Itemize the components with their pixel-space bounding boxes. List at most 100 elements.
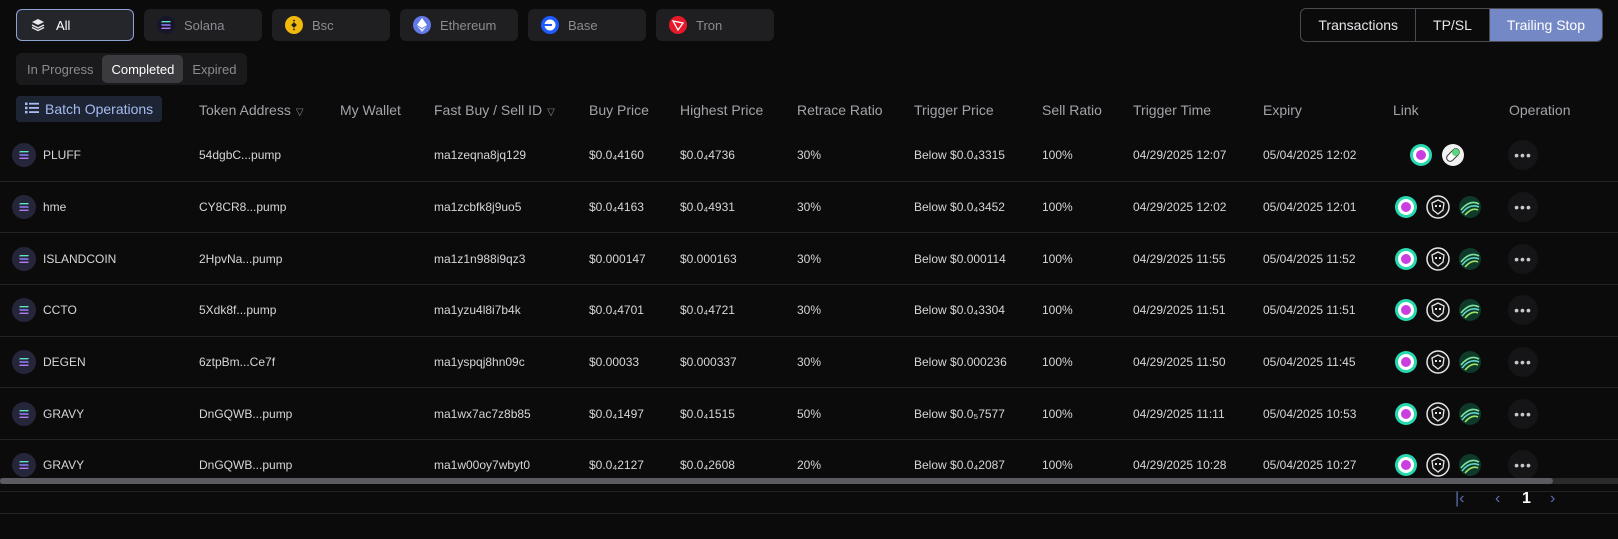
gmgn-icon[interactable]: [1394, 247, 1418, 271]
gmgn-icon[interactable]: [1394, 195, 1418, 219]
solana-icon: [12, 195, 36, 220]
token-address-cell: DnGQWB...pump: [199, 406, 293, 421]
base-icon: [541, 16, 559, 34]
stripe-icon[interactable]: [1458, 195, 1482, 219]
pill-icon[interactable]: [1441, 143, 1465, 167]
table-row[interactable]: GRAVY DnGQWB...pump ma1wx7ac7z8b85 $0.0₄149…: [0, 388, 1618, 441]
token-name: PLUFF: [43, 148, 82, 163]
solana-icon: [12, 350, 36, 375]
token-address-cell: 54dgbC...pump: [199, 148, 282, 163]
stripe-icon[interactable]: [1458, 402, 1482, 426]
buy-price-cell: $0.000147: [589, 251, 646, 266]
stripe-icon[interactable]: [1458, 247, 1482, 271]
stripe-icon[interactable]: [1458, 298, 1482, 322]
more-options-icon[interactable]: •••: [1508, 140, 1538, 171]
expiry-cell: 05/04/2025 10:53: [1263, 406, 1357, 421]
table-body: PLUFF 54dgbC...pump ma1zeqna8jq129 $0.0₄416…: [0, 130, 1618, 492]
stripe-icon[interactable]: [1458, 453, 1482, 477]
gorilla-icon[interactable]: [1426, 246, 1450, 271]
highest-price-cell: $0.0₄2608: [680, 458, 735, 473]
token-cell[interactable]: [12, 453, 36, 478]
solana-icon: [12, 401, 36, 426]
token-cell[interactable]: [12, 298, 36, 323]
trigger-price-cell: Below $0.000236: [914, 355, 1007, 370]
chain-bsc-button[interactable]: Bsc: [272, 9, 390, 41]
tab-completed[interactable]: Completed: [102, 55, 184, 83]
pagination: |‹ ‹ 1 ›: [0, 488, 1618, 510]
batch-operations-label: Batch Operations: [45, 101, 154, 117]
more-options-icon[interactable]: •••: [1508, 295, 1538, 326]
gmgn-icon[interactable]: [1394, 402, 1418, 426]
more-options-icon[interactable]: •••: [1508, 398, 1538, 429]
col-trigger-price: Trigger Price: [914, 102, 994, 118]
chain-all-label: All: [56, 17, 71, 33]
more-options-icon[interactable]: •••: [1508, 192, 1538, 223]
sell-ratio-cell: 100%: [1042, 200, 1073, 215]
gorilla-icon[interactable]: [1426, 298, 1450, 323]
chain-base-button[interactable]: Base: [528, 9, 646, 41]
next-page-icon[interactable]: ›: [1550, 490, 1555, 508]
more-options-icon[interactable]: •••: [1508, 347, 1538, 378]
table-row[interactable]: hme CY8CR8...pump ma1zcbfk8j9uo5 $0.0₄4163 $…: [0, 182, 1618, 234]
table-row[interactable]: CCTO 5Xdk8f...pump ma1yzu4l8i7b4k $0.0₄4701…: [0, 285, 1618, 337]
horizontal-scrollbar[interactable]: [0, 478, 1618, 484]
gorilla-icon[interactable]: [1426, 402, 1450, 426]
fast-buy-id-cell: ma1yzu4l8i7b4k: [434, 303, 521, 318]
gorilla-icon[interactable]: [1426, 453, 1450, 478]
prev-page-icon[interactable]: ‹: [1495, 490, 1500, 508]
col-highest-price: Highest Price: [680, 102, 764, 118]
tab-transactions[interactable]: Transactions: [1301, 9, 1417, 41]
filter-icon[interactable]: ▽: [547, 107, 555, 118]
chain-filter: All Solana Bsc Ethereum Base Tron: [16, 9, 774, 41]
trigger-price-cell: Below $0.0₅7577: [914, 406, 1005, 421]
token-address-cell: 6ztpBm...Ce7f: [199, 355, 276, 370]
gmgn-icon[interactable]: [1394, 350, 1418, 374]
tab-trailing-stop[interactable]: Trailing Stop: [1489, 9, 1602, 41]
col-trigger-time: Trigger Time: [1133, 102, 1212, 118]
more-options-icon[interactable]: •••: [1508, 243, 1538, 274]
tab-expired[interactable]: Expired: [183, 55, 245, 83]
table-row[interactable]: DEGEN 6ztpBm...Ce7f ma1yspqj8hn09c $0.00033…: [0, 337, 1618, 389]
table-row[interactable]: GRAVY DnGQWB...pump ma1w00oy7wbyt0 $0.0₄212…: [0, 440, 1618, 492]
gorilla-icon[interactable]: [1426, 195, 1450, 219]
more-options-icon[interactable]: •••: [1508, 450, 1538, 481]
table-row[interactable]: ISLANDCOIN 2HpvNa...pump ma1z1n988i9qz3 $0.…: [0, 233, 1618, 286]
chain-tron-button[interactable]: Tron: [656, 9, 774, 41]
token-cell[interactable]: [12, 246, 36, 271]
chain-ethereum-button[interactable]: Ethereum: [400, 9, 518, 41]
link-cell: [1394, 298, 1482, 323]
token-cell[interactable]: [12, 401, 36, 426]
stripe-icon[interactable]: [1458, 350, 1482, 374]
col-buy-price: Buy Price: [589, 102, 649, 118]
divider: [0, 513, 1618, 514]
chain-base-label: Base: [568, 17, 598, 33]
layers-icon: [29, 16, 47, 34]
expiry-cell: 05/04/2025 11:45: [1263, 355, 1356, 370]
sell-ratio-cell: 100%: [1042, 406, 1073, 421]
tab-in-progress[interactable]: In Progress: [18, 55, 102, 83]
gorilla-icon[interactable]: [1426, 350, 1450, 374]
link-cell: [1394, 350, 1482, 374]
highest-price-cell: $0.0₄4721: [680, 303, 735, 318]
gmgn-icon[interactable]: [1409, 143, 1433, 167]
current-page[interactable]: 1: [1522, 490, 1531, 508]
scrollbar-thumb[interactable]: [0, 478, 1553, 484]
trigger-time-cell: 04/29/2025 11:50: [1133, 355, 1226, 370]
tab-tp-sl[interactable]: TP/SL: [1416, 9, 1490, 41]
token-cell[interactable]: [12, 350, 36, 375]
token-cell[interactable]: [12, 195, 36, 220]
col-sell-ratio: Sell Ratio: [1042, 102, 1102, 118]
table-row[interactable]: PLUFF 54dgbC...pump ma1zeqna8jq129 $0.0₄416…: [0, 130, 1618, 182]
chain-all-button[interactable]: All: [16, 9, 134, 41]
token-name: GRAVY: [43, 406, 85, 421]
chain-solana-button[interactable]: Solana: [144, 9, 262, 41]
token-cell[interactable]: [12, 143, 36, 168]
gmgn-icon[interactable]: [1394, 298, 1418, 322]
filter-icon[interactable]: ▽: [296, 107, 304, 118]
gmgn-icon[interactable]: [1394, 453, 1418, 477]
first-page-icon[interactable]: |‹: [1455, 490, 1464, 508]
trigger-time-cell: 04/29/2025 11:11: [1133, 406, 1225, 421]
solana-icon: [157, 16, 175, 34]
batch-operations-button[interactable]: Batch Operations: [16, 96, 163, 122]
sell-ratio-cell: 100%: [1042, 251, 1073, 266]
